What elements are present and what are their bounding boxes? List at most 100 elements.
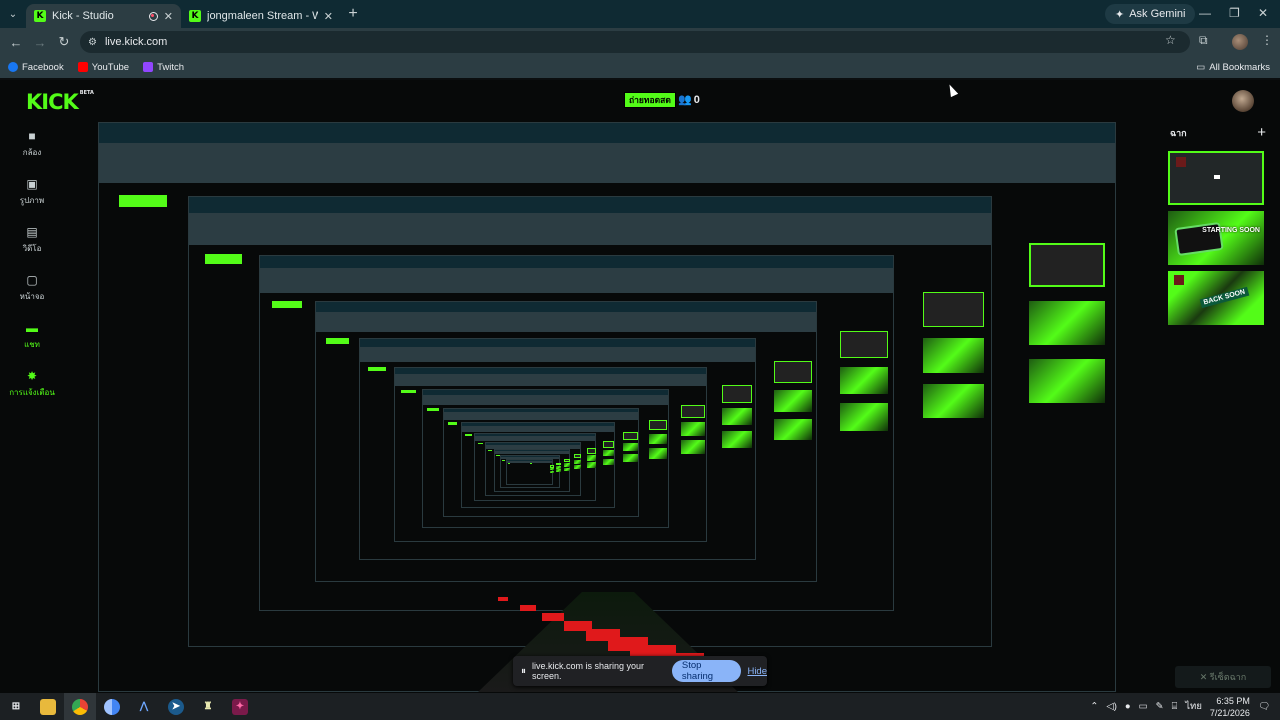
sidebar-item-label: การแจ้งเตือน: [9, 387, 55, 397]
youtube-icon: [77, 62, 88, 72]
browser-tab-strip: ⌄ K Kick - Studio ✕ K jongmaleen Stream …: [0, 0, 1280, 28]
profile-avatar[interactable]: [1232, 34, 1248, 53]
close-window-icon[interactable]: ✕: [1258, 6, 1268, 20]
live-status-badge: ถ่ายทอดสด: [624, 92, 676, 108]
sidebar-item-label: กล้อง: [22, 147, 42, 157]
minimize-icon[interactable]: —: [1199, 6, 1211, 20]
stream-preview[interactable]: [98, 122, 1116, 692]
scene-thumbnail-1[interactable]: [1168, 151, 1264, 205]
browser-toolbar: ← → ↻ ⚙ live.kick.com ☆ ⧉ ⋮: [0, 28, 1280, 56]
share-message: live.kick.com is sharing your screen.: [532, 661, 645, 681]
kick-logo[interactable]: KICK BETA: [26, 90, 94, 114]
user-avatar[interactable]: [1232, 90, 1254, 112]
taskbar-file-explorer[interactable]: [32, 693, 64, 720]
chat-icon: ▬: [26, 320, 38, 335]
sidebar-item-label: วิดีโอ: [22, 243, 42, 253]
bookmark-label: Twitch: [157, 61, 185, 73]
close-tab-icon[interactable]: ✕: [164, 10, 173, 23]
network-icon[interactable]: ⌸: [1172, 701, 1178, 712]
taskbar-chrome-profile[interactable]: [96, 693, 128, 720]
tab-jongmaleen-stream[interactable]: K jongmaleen Stream - Watch Li... ✕: [181, 4, 341, 28]
address-bar[interactable]: ⚙ live.kick.com: [80, 31, 1190, 53]
bookmark-label: Facebook: [22, 61, 64, 73]
viewers-icon: 👥: [678, 94, 692, 106]
camera-icon: [1214, 175, 1220, 179]
screen-share-bar: ⏸ live.kick.com is sharing your screen. …: [513, 656, 767, 686]
sidebar-item-image[interactable]: ▣ รูปภาพ: [0, 168, 64, 216]
start-button[interactable]: ⊞: [0, 693, 32, 720]
viewer-count-value: 0: [693, 93, 700, 106]
mic-icon[interactable]: ●: [1125, 701, 1131, 712]
hide-link[interactable]: Hide: [747, 666, 767, 677]
forward-icon[interactable]: →: [28, 35, 52, 50]
tower-icon: ♜: [203, 701, 213, 712]
extensions-icon[interactable]: ⧉: [1199, 33, 1208, 48]
bookmark-youtube[interactable]: YouTube: [77, 61, 130, 73]
sidebar-item-alerts[interactable]: ✸ การแจ้งเตือน: [0, 360, 64, 408]
new-tab-icon[interactable]: +: [341, 5, 365, 23]
logo-text: KICK: [26, 90, 79, 114]
sidebar-item-label: รูปภาพ: [19, 195, 45, 205]
folder-icon: [40, 698, 56, 715]
speaker-icon[interactable]: ◁): [1106, 701, 1116, 712]
taskbar-clock[interactable]: 6:35 PM 7/21/2026: [1210, 695, 1250, 719]
bookmark-label: YouTube: [91, 61, 130, 73]
viewer-count: 👥 0: [678, 93, 700, 107]
windows-taskbar: ⊞ ⋀ ➤ ♜ ✦ ⌃ ◁) ● ▭ ✎ ⌸ ไทย 6:35 PM 7/21/…: [0, 693, 1280, 720]
scene-thumbnail-starting-soon[interactable]: STARTING SOON: [1168, 211, 1264, 265]
back-icon[interactable]: ←: [4, 35, 28, 50]
notifications-icon[interactable]: 🗨: [1258, 701, 1270, 712]
scene-label: STARTING SOON: [1202, 227, 1260, 234]
pause-icon: ⏸: [521, 665, 526, 677]
chrome-profile-icon: [104, 698, 120, 715]
menu-kebab-icon[interactable]: ⋮: [1261, 33, 1273, 47]
close-tab-icon[interactable]: ✕: [324, 10, 333, 23]
image-icon: ▣: [26, 176, 38, 191]
all-bookmarks[interactable]: ▭ All Bookmarks: [1196, 62, 1270, 73]
url-text: live.kick.com: [104, 36, 168, 48]
language-indicator[interactable]: ไทย: [1185, 699, 1202, 714]
sidebar-item-screen[interactable]: ▢ หน้าจอ: [0, 264, 64, 312]
ask-gemini-label: Ask Gemini: [1129, 8, 1186, 20]
restore-icon[interactable]: ❐: [1229, 6, 1240, 20]
reset-scene-button[interactable]: ✕ รีเซ็ตฉาก: [1175, 666, 1271, 688]
bookmark-star-icon[interactable]: ☆: [1165, 33, 1176, 47]
alert-icon: ✸: [26, 368, 38, 383]
sidebar-item-video[interactable]: ▤ วิดีโอ: [0, 216, 64, 264]
tab-search-icon[interactable]: ⌄: [0, 0, 26, 28]
bookmark-twitch[interactable]: Twitch: [143, 62, 184, 73]
kick-studio: KICK BETA ถ่ายทอดสด 👥 0 ■ กล้อง ▣ รูปภาพ …: [0, 80, 1280, 693]
scene-thumbnail-back-soon[interactable]: BACK SOON: [1168, 271, 1264, 325]
recursive-frame: [505, 458, 554, 486]
recording-indicator-icon: [148, 11, 158, 21]
sidebar-item-chat[interactable]: ▬ แชท: [0, 312, 64, 360]
all-bookmarks-label: All Bookmarks: [1209, 62, 1270, 73]
display-icon[interactable]: ▭: [1139, 701, 1148, 712]
add-scene-icon[interactable]: +: [1257, 124, 1266, 141]
site-info-icon[interactable]: ⚙: [88, 37, 97, 48]
camera-overlay: [1174, 275, 1184, 285]
sidebar-item-camera[interactable]: ■ กล้อง: [0, 120, 64, 168]
bookmark-facebook[interactable]: Facebook: [8, 62, 64, 73]
sidebar-item-label: หน้าจอ: [19, 291, 45, 301]
stop-sharing-button[interactable]: Stop sharing: [671, 660, 742, 682]
taskbar-app-tower[interactable]: ♜: [192, 693, 224, 720]
beta-badge: BETA: [79, 90, 94, 96]
taskbar-steam[interactable]: ➤: [160, 693, 192, 720]
windows-logo-icon: ⊞: [11, 701, 21, 712]
ask-gemini-button[interactable]: ✦ Ask Gemini: [1105, 4, 1196, 24]
pen-icon[interactable]: ✎: [1156, 701, 1164, 712]
facebook-icon: [8, 62, 18, 72]
tab-kick-studio[interactable]: K Kick - Studio ✕: [26, 4, 181, 28]
clock-time: 6:35 PM: [1216, 695, 1250, 706]
taskbar-chrome[interactable]: [64, 693, 96, 720]
taskbar-app-pink[interactable]: ✦: [224, 693, 256, 720]
taskbar-app-a[interactable]: ⋀: [128, 693, 160, 720]
reload-icon[interactable]: ↻: [52, 34, 76, 50]
tray-chevron-icon[interactable]: ⌃: [1090, 701, 1098, 712]
steam-icon: ➤: [168, 698, 184, 715]
camera-icon: ■: [28, 128, 36, 143]
bookmarks-bar: Facebook YouTube Twitch ▭ All Bookmarks: [0, 56, 1280, 78]
scenes-title: ฉาก: [1170, 127, 1187, 138]
folder-icon: ▭: [1196, 62, 1206, 73]
